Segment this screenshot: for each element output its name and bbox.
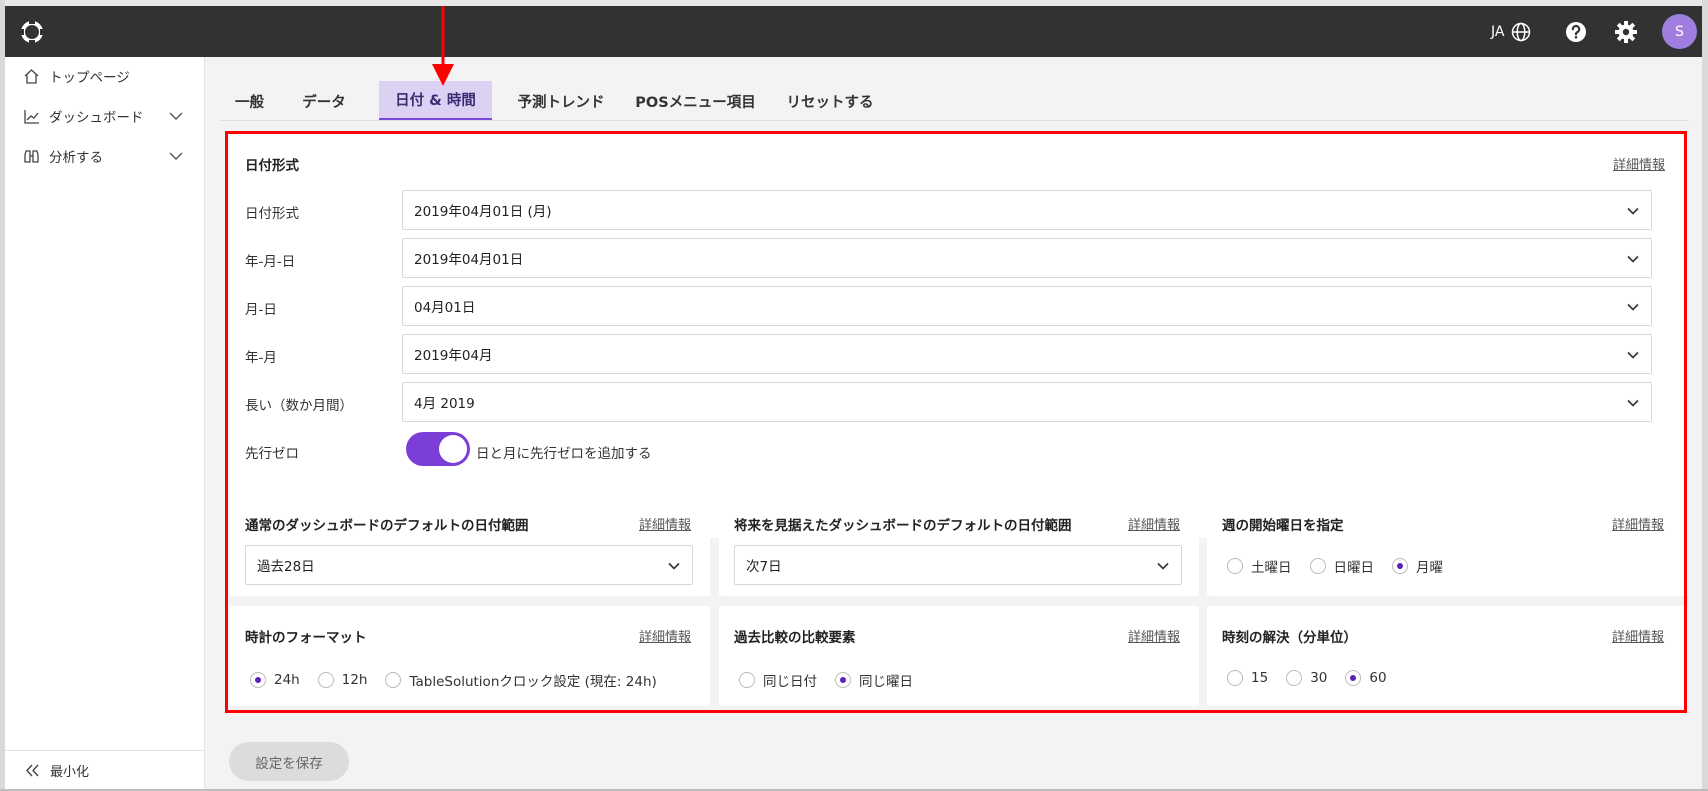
app-logo-icon[interactable] — [18, 18, 46, 46]
chevron-down-icon[interactable] — [168, 148, 184, 164]
top-bar: JA S — [5, 6, 1702, 57]
sidebar-item-label: トップページ — [49, 70, 130, 86]
tab-general[interactable]: 一般 — [228, 81, 271, 121]
window-edge-right — [1702, 0, 1708, 791]
home-icon — [24, 68, 39, 84]
tabs-divider — [219, 120, 1689, 121]
language-label: JA — [1491, 24, 1505, 40]
chevron-down-icon[interactable] — [168, 108, 184, 124]
sidebar-item-label: 分析する — [49, 150, 103, 166]
highlight-box — [225, 131, 1687, 713]
tab-data[interactable]: データ — [294, 81, 354, 121]
app-window: JA S トップページ ダッシュボード 分析する 最小化 一般 データ 日付 &… — [0, 0, 1708, 791]
binoculars-icon — [24, 149, 39, 163]
minimize-label: 最小化 — [50, 764, 90, 780]
minimize-sidebar-button[interactable]: 最小化 — [5, 750, 205, 789]
settings-tabs: 一般 データ 日付 & 時間 予測トレンド POSメニュー項目 リセットする — [205, 57, 1702, 121]
tab-reset[interactable]: リセットする — [780, 81, 880, 121]
sidebar-item-home[interactable]: トップページ — [23, 64, 130, 88]
double-chevron-left-icon — [26, 764, 39, 776]
chart-icon — [24, 109, 39, 124]
tab-pos-menu-items[interactable]: POSメニュー項目 — [633, 81, 758, 121]
save-settings-button[interactable]: 設定を保存 — [229, 742, 349, 781]
sidebar-item-analyze[interactable]: 分析する — [23, 144, 103, 168]
sidebar-item-label: ダッシュボード — [49, 110, 144, 126]
globe-icon — [1512, 22, 1531, 42]
user-avatar[interactable]: S — [1662, 14, 1697, 49]
settings-gear-icon[interactable] — [1613, 19, 1639, 45]
red-arrow-icon — [432, 6, 454, 86]
language-switcher[interactable]: JA — [1491, 21, 1532, 43]
tab-forecast-trend[interactable]: 予測トレンド — [511, 81, 611, 121]
help-icon[interactable] — [1563, 19, 1589, 45]
sidebar: トップページ ダッシュボード 分析する 最小化 — [5, 57, 205, 789]
tab-date-time[interactable]: 日付 & 時間 — [379, 81, 492, 121]
sidebar-item-dashboard[interactable]: ダッシュボード — [23, 104, 144, 128]
